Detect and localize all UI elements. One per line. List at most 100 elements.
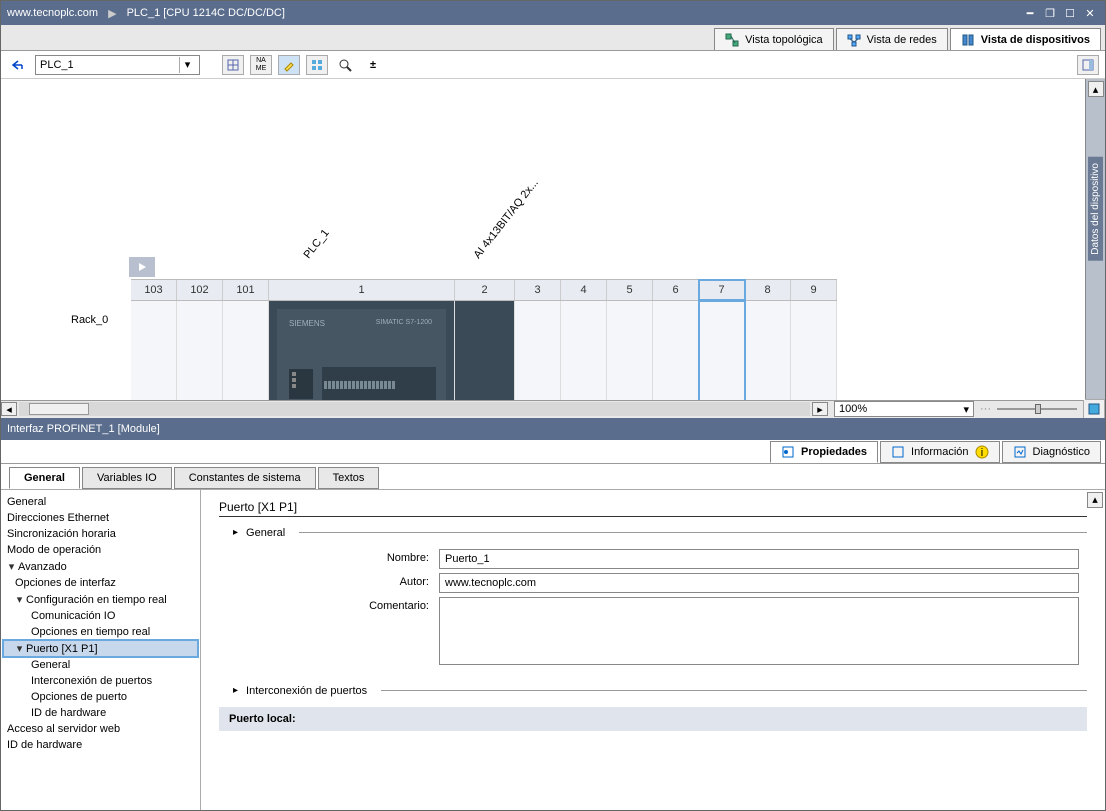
scroll-right-icon[interactable]: ▸ [812, 402, 828, 416]
tab-system-constants[interactable]: Constantes de sistema [174, 467, 316, 489]
collapse-icon[interactable]: ▾ [15, 593, 24, 606]
fit-screen-icon[interactable] [1083, 399, 1105, 419]
tree-port-options[interactable]: Opciones de puerto [3, 689, 198, 705]
tree-advanced[interactable]: ▾Avanzado [3, 558, 198, 575]
tool-name-icon[interactable]: NAME [250, 55, 272, 75]
properties-icon [781, 445, 795, 459]
tree-op-mode[interactable]: Modo de operación [3, 542, 198, 558]
chevron-right-icon: ▶ [108, 7, 116, 20]
scroll-left-icon[interactable]: ◂ [1, 402, 17, 416]
tree-webserver[interactable]: Acceso al servidor web [3, 721, 198, 737]
tool-layout-icon[interactable] [306, 55, 328, 75]
subsection-interconnect[interactable]: ▸ Interconexión de puertos [233, 685, 1087, 697]
subsection-general[interactable]: ▸ General [233, 527, 1087, 539]
chevron-right-icon: ▸ [233, 685, 238, 696]
warning-icon: i [975, 445, 989, 459]
tree-general[interactable]: General [3, 494, 198, 510]
zoom-selector[interactable]: 100% ▾ [834, 401, 974, 417]
properties-header: Interfaz PROFINET_1 [Module] [1, 418, 1105, 440]
tree-ethernet[interactable]: Direcciones Ethernet [3, 510, 198, 526]
tool-highlight-icon[interactable] [278, 55, 300, 75]
scroll-up-icon[interactable]: ▴ [1088, 81, 1104, 97]
divider: ··· [980, 403, 991, 415]
scroll-up-icon[interactable]: ▴ [1087, 492, 1103, 508]
collapse-icon[interactable]: ▾ [15, 642, 24, 655]
slot-header[interactable]: 6 [653, 280, 699, 300]
slot-cell[interactable] [131, 301, 177, 400]
info-icon [891, 445, 905, 459]
section-title: Puerto [X1 P1] [219, 500, 1087, 514]
slot-cell[interactable] [177, 301, 223, 400]
zoom-reset-icon[interactable]: ± [362, 55, 384, 75]
slot-header[interactable]: 2 [455, 280, 515, 300]
slot-header[interactable]: 101 [223, 280, 269, 300]
svg-text:i: i [980, 447, 982, 459]
title-bar: www.tecnoplc.com ▶ PLC_1 [CPU 1214C DC/D… [1, 1, 1105, 25]
property-form: ▴ Puerto [X1 P1] ▸ General Nombre: Autor… [201, 490, 1105, 811]
input-comment[interactable] [439, 597, 1079, 665]
device-canvas[interactable]: PLC_1 AI 4x13BIT/AQ 2x... Rack_0 103 102… [1, 79, 1085, 400]
tab-texts[interactable]: Textos [318, 467, 380, 489]
tree-interface-options[interactable]: Opciones de interfaz [3, 575, 198, 591]
tree-io-comm[interactable]: Comunicación IO [3, 608, 198, 624]
close-icon[interactable]: ✕ [1081, 5, 1099, 21]
tree-port-general[interactable]: General [3, 657, 198, 673]
tab-properties[interactable]: Propiedades [770, 441, 878, 463]
device-selector[interactable]: PLC_1 ▾ [35, 55, 200, 75]
slot-cell[interactable] [607, 301, 653, 400]
h-scrollbar[interactable] [19, 402, 810, 416]
back-icon[interactable] [7, 55, 29, 75]
slot-header-selected[interactable]: 7 [699, 280, 745, 300]
cpu-module[interactable]: SIEMENS SIMATIC S7-1200 [269, 301, 455, 400]
slot-cell[interactable] [515, 301, 561, 400]
tab-device[interactable]: Vista de dispositivos [950, 28, 1101, 50]
tab-variables-io[interactable]: Variables IO [82, 467, 172, 489]
maximize-icon[interactable]: ☐ [1061, 5, 1079, 21]
slot-cell[interactable] [561, 301, 607, 400]
chevron-down-icon: ▾ [179, 57, 195, 73]
slot-cell[interactable] [791, 301, 837, 400]
label-comment: Comentario: [259, 597, 439, 612]
collapse-icon[interactable]: ▾ [7, 560, 16, 573]
input-name[interactable] [439, 549, 1079, 569]
tab-network[interactable]: Vista de redes [836, 28, 948, 50]
slot-header[interactable]: 103 [131, 280, 177, 300]
topology-icon [725, 33, 739, 47]
property-tree: General Direcciones Ethernet Sincronizac… [1, 490, 201, 811]
slot-cell[interactable] [745, 301, 791, 400]
slot-header[interactable]: 8 [745, 280, 791, 300]
tool-grid-icon[interactable] [222, 55, 244, 75]
tree-port-hwid[interactable]: ID de hardware [3, 705, 198, 721]
play-icon[interactable] [129, 257, 155, 277]
slot-header[interactable]: 1 [269, 280, 455, 300]
tree-port[interactable]: ▾Puerto [X1 P1] [3, 640, 198, 657]
tree-hwid[interactable]: ID de hardware [3, 737, 198, 753]
rack-label: Rack_0 [71, 314, 108, 326]
slot-cell[interactable] [223, 301, 269, 400]
tree-realtime-config[interactable]: ▾Configuración en tiempo real [3, 591, 198, 608]
tab-general[interactable]: General [9, 467, 80, 489]
zoom-icon[interactable] [334, 55, 356, 75]
tab-info[interactable]: Información i [880, 441, 999, 463]
panel-toggle-icon[interactable] [1077, 55, 1099, 75]
tab-topology[interactable]: Vista topológica [714, 28, 833, 50]
tree-realtime-options[interactable]: Opciones en tiempo real [3, 624, 198, 640]
slot-header[interactable]: 102 [177, 280, 223, 300]
restore-icon[interactable]: ❐ [1041, 5, 1059, 21]
slot-header[interactable]: 5 [607, 280, 653, 300]
slot-cell-selected[interactable] [699, 301, 745, 400]
tab-diagnostics[interactable]: Diagnóstico [1002, 441, 1101, 463]
zoom-slider[interactable] [997, 402, 1077, 416]
minimize-icon[interactable]: ━ [1021, 5, 1039, 21]
label-name: Nombre: [259, 549, 439, 564]
view-tabs: Vista topológica Vista de redes Vista de… [1, 25, 1105, 51]
tree-time-sync[interactable]: Sincronización horaria [3, 526, 198, 542]
slot-header[interactable]: 9 [791, 280, 837, 300]
tree-port-interconnect[interactable]: Interconexión de puertos [3, 673, 198, 689]
rail-label[interactable]: Datos del dispositivo [1088, 157, 1103, 261]
slot-header[interactable]: 3 [515, 280, 561, 300]
input-author[interactable] [439, 573, 1079, 593]
slot-header[interactable]: 4 [561, 280, 607, 300]
slot-cell[interactable] [653, 301, 699, 400]
analog-module[interactable] [455, 301, 515, 400]
